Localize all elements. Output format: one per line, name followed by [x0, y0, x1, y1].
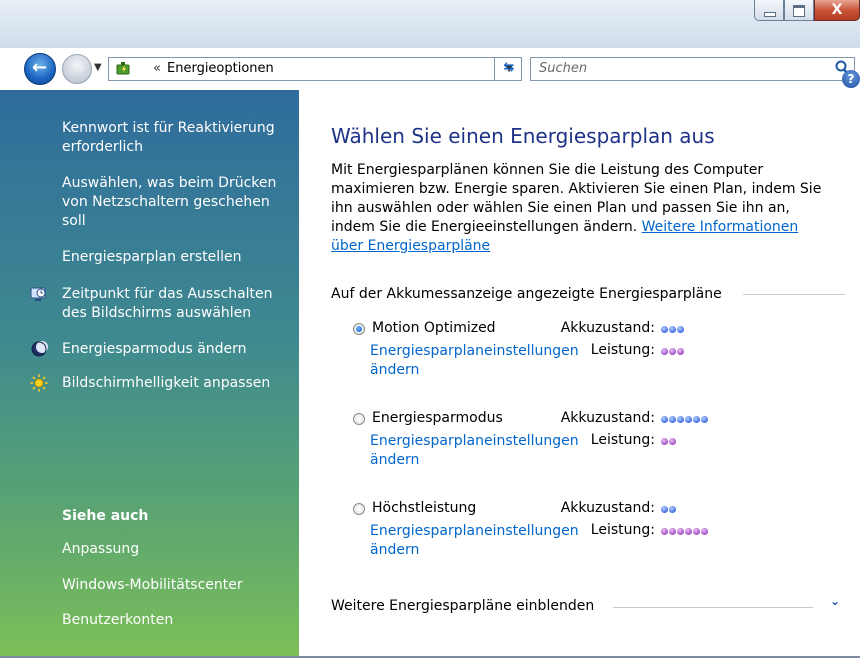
- task-link-sleep-mode[interactable]: Energiesparmodus ändern: [62, 340, 292, 359]
- performance-rating: [661, 345, 684, 357]
- maximize-button[interactable]: [784, 0, 814, 21]
- monitor-icon: [30, 286, 48, 304]
- battery-rating-dot: [661, 415, 668, 423]
- chevron-down-icon[interactable]: ⌄: [830, 594, 840, 608]
- main-content: ? Wählen Sie einen Energiesparplan aus M…: [299, 70, 860, 658]
- performance-rating-dot: [669, 347, 676, 355]
- plan-motion-optimized: Motion Optimized Energiesparplaneinstell…: [353, 320, 833, 400]
- performance-rating-dot: [701, 527, 708, 535]
- back-button[interactable]: ←: [24, 53, 56, 85]
- refresh-button[interactable]: ⇆: [494, 57, 523, 81]
- forward-button[interactable]: →: [62, 54, 92, 84]
- see-also-link-user-accounts[interactable]: Benutzerkonten: [62, 612, 173, 628]
- task-link-create-plan[interactable]: Energiesparplan erstellen: [62, 248, 292, 267]
- battery-rating-dot: [677, 415, 684, 423]
- battery-rating-dot: [677, 325, 684, 333]
- task-link-power-buttons[interactable]: Auswählen, was beim Drücken von Netzscha…: [62, 174, 292, 231]
- back-arrow-icon: ←: [32, 57, 48, 78]
- battery-rating: [661, 413, 708, 425]
- performance-rating-dot: [685, 527, 692, 535]
- search-input[interactable]: Suchen: [539, 61, 587, 76]
- battery-rating-dot: [661, 505, 668, 513]
- energy-options-icon: [115, 60, 133, 82]
- page-title: Wählen Sie einen Energiesparplan aus: [331, 124, 715, 148]
- battery-label: Akkuzustand:: [560, 410, 655, 426]
- search-box[interactable]: Suchen: [530, 57, 855, 81]
- control-panel-window: X ← → ▼ « Energieoptionen ▼ ⇆ Suchen Ken…: [0, 0, 860, 658]
- close-button[interactable]: X: [814, 0, 860, 21]
- intro-text: Mit Energiesparplänen können Sie die Lei…: [331, 161, 831, 256]
- plan-hoechstleistung: Höchstleistung Energiesparplaneinstellun…: [353, 500, 833, 580]
- performance-rating-dot: [669, 527, 676, 535]
- minimize-button[interactable]: [754, 0, 784, 21]
- battery-label: Akkuzustand:: [560, 320, 655, 336]
- see-also-link-personalization[interactable]: Anpassung: [62, 541, 139, 557]
- performance-rating: [661, 435, 676, 447]
- battery-rating-dot: [669, 325, 676, 333]
- performance-rating-dot: [677, 527, 684, 535]
- plan-radio[interactable]: [353, 413, 365, 425]
- task-link-password-on-wakeup[interactable]: Kennwort ist für Reaktivierung erforderl…: [62, 119, 292, 157]
- help-icon: ?: [847, 72, 855, 86]
- performance-rating-dot: [669, 437, 676, 445]
- section-divider: [613, 607, 813, 608]
- plan-radio[interactable]: [353, 323, 365, 335]
- plan-name[interactable]: Energiesparmodus: [372, 410, 503, 426]
- battery-rating-dot: [669, 415, 676, 423]
- performance-rating-dot: [677, 347, 684, 355]
- help-button[interactable]: ?: [842, 70, 860, 88]
- battery-rating: [661, 323, 684, 335]
- plan-energiesparmodus: Energiesparmodus Energiesparplaneinstell…: [353, 410, 833, 490]
- battery-rating-dot: [685, 415, 692, 423]
- performance-rating: [661, 525, 708, 537]
- task-pane: Kennwort ist für Reaktivierung erforderl…: [0, 90, 299, 658]
- moon-icon: [30, 340, 48, 358]
- address-breadcrumb-energieoptionen[interactable]: Energieoptionen: [167, 61, 274, 76]
- address-bar[interactable]: « Energieoptionen ▼: [108, 57, 522, 81]
- recent-pages-dropdown[interactable]: ▼: [94, 62, 102, 73]
- see-also-heading: Siehe auch: [62, 508, 149, 524]
- battery-rating-dot: [701, 415, 708, 423]
- battery-meter-plans-heading: Auf der Akkumessanzeige angezeigte Energ…: [331, 286, 722, 302]
- forward-arrow-icon: →: [70, 57, 86, 78]
- battery-rating-dot: [693, 415, 700, 423]
- plan-name[interactable]: Höchstleistung: [372, 500, 476, 516]
- plan-radio[interactable]: [353, 503, 365, 515]
- performance-rating-dot: [661, 347, 668, 355]
- performance-rating-dot: [661, 437, 668, 445]
- section-divider: [743, 294, 845, 295]
- show-more-plans-label[interactable]: Weitere Energiesparpläne einblenden: [331, 598, 594, 614]
- plan-name[interactable]: Motion Optimized: [372, 320, 496, 336]
- battery-rating: [661, 503, 676, 515]
- battery-rating-dot: [661, 325, 668, 333]
- task-link-brightness[interactable]: Bildschirmhelligkeit anpassen: [62, 374, 292, 393]
- caption-buttons: X: [754, 0, 860, 22]
- see-also-link-mobility-center[interactable]: Windows-Mobilitätscenter: [62, 577, 243, 593]
- performance-label: Leistung:: [590, 432, 655, 448]
- performance-rating-dot: [661, 527, 668, 535]
- battery-label: Akkuzustand:: [560, 500, 655, 516]
- title-bar[interactable]: X: [0, 0, 860, 48]
- refresh-icon: ⇆: [503, 60, 515, 75]
- battery-rating-dot: [669, 505, 676, 513]
- performance-label: Leistung:: [590, 342, 655, 358]
- address-separator: «: [153, 61, 161, 76]
- sun-icon: [30, 374, 48, 392]
- navigation-bar: ← → ▼ « Energieoptionen ▼ ⇆ Suchen: [0, 48, 860, 90]
- task-link-display-off[interactable]: Zeitpunkt für das Ausschalten des Bildsc…: [62, 285, 292, 323]
- performance-rating-dot: [693, 527, 700, 535]
- performance-label: Leistung:: [590, 522, 655, 538]
